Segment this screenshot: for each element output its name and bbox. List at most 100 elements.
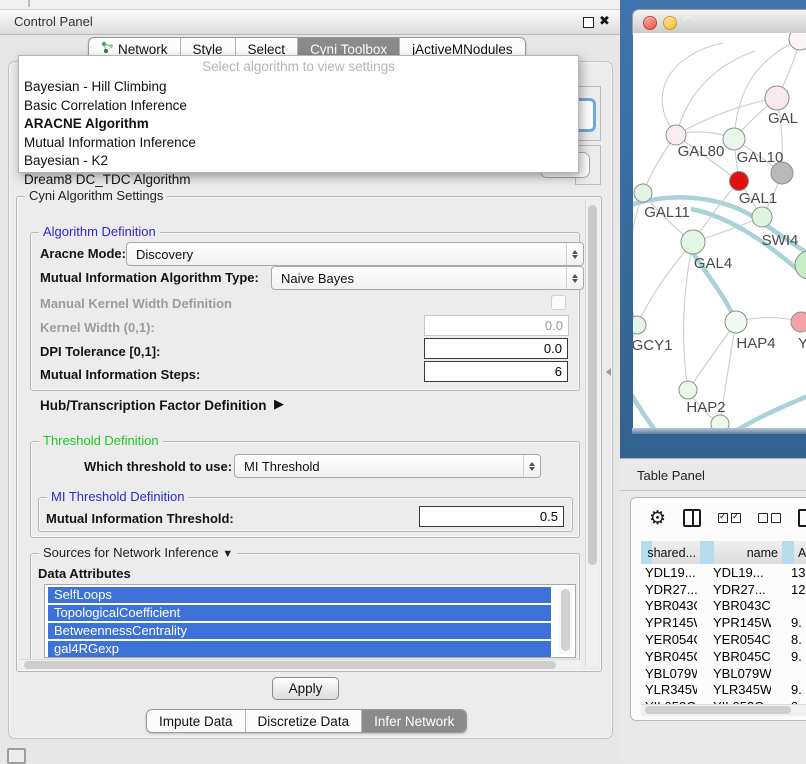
table-row[interactable]: YPR145W YPR145W 9.: [641, 614, 806, 631]
settings-vscrollbar-thumb[interactable]: [588, 205, 597, 565]
expand-right-arrow-icon[interactable]: ▶: [274, 396, 284, 412]
table-cell[interactable]: YER054C: [645, 632, 697, 647]
tab-infer-network[interactable]: Infer Network: [361, 710, 466, 732]
table-hscrollbar[interactable]: [641, 704, 806, 716]
network-edge[interactable]: [729, 393, 806, 428]
attribute-list-item[interactable]: TopologicalCoefficient: [48, 605, 551, 622]
settings-hscrollbar[interactable]: [20, 659, 581, 670]
table-row[interactable]: YLR345W YLR345W 9.: [641, 682, 806, 699]
mi-threshold-field[interactable]: 0.5: [419, 506, 564, 527]
table-cell[interactable]: YPR145W: [713, 615, 771, 630]
table-row[interactable]: YBR043C YBR043C: [641, 598, 806, 615]
attribute-list-item[interactable]: BetweennessCentrality: [48, 623, 551, 640]
network-edge[interactable]: [688, 322, 736, 390]
network-edge[interactable]: [633, 193, 643, 325]
network-node[interactable]: [730, 172, 749, 191]
list-vscrollbar[interactable]: [559, 588, 572, 654]
network-node[interactable]: [795, 251, 806, 279]
which-threshold-combobox[interactable]: MI Threshold: [234, 454, 541, 478]
table-cell[interactable]: YBL079W: [713, 666, 771, 681]
list-vscrollbar-thumb[interactable]: [561, 589, 570, 651]
network-window-titlebar[interactable]: [632, 9, 806, 35]
table-cell[interactable]: YBR043C: [645, 598, 697, 613]
network-edge[interactable]: [633, 381, 657, 428]
close-icon[interactable]: ✖: [599, 13, 610, 29]
close-traffic-light-icon[interactable]: [643, 16, 657, 30]
minimize-traffic-light-icon[interactable]: [663, 16, 677, 30]
kernel-width-field[interactable]: 0.0: [424, 315, 569, 336]
column-header-name[interactable]: name: [714, 541, 782, 564]
network-node[interactable]: [681, 230, 705, 254]
table-cell[interactable]: YBL079W: [645, 666, 697, 681]
network-node[interactable]: [752, 207, 772, 227]
table-cell[interactable]: YLR345W: [713, 682, 771, 697]
settings-vscrollbar[interactable]: [585, 200, 599, 666]
table-cell[interactable]: YDR27...: [645, 582, 697, 597]
network-node[interactable]: [633, 316, 646, 334]
apply-button[interactable]: Apply: [272, 677, 339, 700]
column-header-shared-name[interactable]: shared...: [652, 541, 700, 564]
network-node[interactable]: [634, 184, 652, 202]
dpi-tolerance-field[interactable]: 0.0: [424, 338, 568, 359]
table-cell[interactable]: YBR045C: [713, 649, 771, 664]
network-node[interactable]: [723, 128, 745, 150]
control-panel-titlebar[interactable]: Control Panel ✖: [0, 10, 620, 35]
float-window-icon[interactable]: [583, 17, 594, 28]
table-cell[interactable]: 8.: [791, 632, 806, 647]
table-cell[interactable]: YBR043C: [713, 598, 771, 613]
table-cell[interactable]: YER054C: [713, 632, 771, 647]
table-row[interactable]: YER054C YER054C 8.: [641, 631, 806, 648]
zoom-traffic-light-icon[interactable]: [683, 16, 695, 28]
algorithm-option[interactable]: Basic Correlation Inference: [19, 97, 578, 116]
deselect-all-checks-icon[interactable]: [758, 513, 781, 523]
splitter-collapse-icon[interactable]: [606, 368, 611, 376]
table-row[interactable]: YDL19...YDL19...13: [641, 564, 806, 581]
tab-impute-data[interactable]: Impute Data: [147, 710, 245, 732]
table-row[interactable]: YBR045C YBR045C 9.: [641, 648, 806, 665]
table-cell[interactable]: 9.: [791, 649, 806, 664]
select-all-checks-icon[interactable]: [718, 513, 741, 523]
attribute-list-item[interactable]: gal4RGexp: [48, 641, 551, 658]
collapse-down-arrow-icon[interactable]: ▼: [222, 548, 233, 560]
table-row[interactable]: YDR27... YDR27... 12: [641, 581, 806, 598]
column-header-partial[interactable]: A: [794, 541, 806, 564]
algorithm-option[interactable]: Bayesian - K2: [19, 152, 578, 171]
table-cell[interactable]: 9.: [791, 682, 806, 697]
attribute-list-item[interactable]: SelfLoops: [48, 587, 551, 604]
table-icon[interactable]: [798, 509, 806, 527]
data-attributes-listbox[interactable]: SelfLoopsTopologicalCoefficientBetweenne…: [44, 584, 576, 658]
table-cell[interactable]: YPR145W: [645, 615, 697, 630]
manual-kernel-width-checkbox[interactable]: [551, 295, 566, 310]
table-cell[interactable]: YBR045C: [645, 649, 697, 664]
network-node[interactable]: [789, 33, 806, 50]
table-cell[interactable]: 9.: [791, 615, 806, 630]
network-node[interactable]: [666, 125, 686, 145]
mi-steps-field[interactable]: 6: [424, 361, 568, 382]
network-edge[interactable]: [662, 43, 723, 135]
algorithm-option[interactable]: Bayesian - Hill Climbing: [19, 78, 578, 97]
network-node[interactable]: [791, 312, 806, 332]
algorithm-option[interactable]: Dream8 DC_TDC Algorithm: [19, 171, 578, 190]
table-cell[interactable]: YDL19...: [713, 565, 771, 580]
table-cell[interactable]: 12: [791, 582, 806, 597]
network-node[interactable]: [679, 381, 697, 399]
aracne-mode-combobox[interactable]: Discovery: [126, 242, 584, 266]
table-cell[interactable]: YLR345W: [645, 682, 697, 697]
table-row[interactable]: YBL079W YBL079W: [641, 665, 806, 682]
tab-discretize-data[interactable]: Discretize Data: [245, 710, 362, 732]
settings-hscrollbar-thumb[interactable]: [24, 661, 556, 669]
network-node[interactable]: [711, 415, 729, 428]
network-node[interactable]: [725, 311, 747, 333]
table-cell[interactable]: YDR27...: [713, 582, 771, 597]
network-edge[interactable]: [676, 51, 755, 135]
algorithm-option[interactable]: ARACNE Algorithm: [19, 115, 578, 134]
network-edge[interactable]: [684, 242, 693, 390]
table-hscrollbar-thumb[interactable]: [645, 706, 791, 714]
network-node[interactable]: [765, 86, 789, 110]
table-cell[interactable]: 13: [791, 565, 806, 580]
network-edge[interactable]: [676, 98, 777, 135]
algorithm-option[interactable]: Mutual Information Inference: [19, 134, 578, 153]
gear-icon[interactable]: ⚙: [649, 509, 666, 528]
mi-algorithm-type-combobox[interactable]: Naive Bayes: [271, 266, 584, 290]
network-edge[interactable]: [637, 242, 693, 325]
